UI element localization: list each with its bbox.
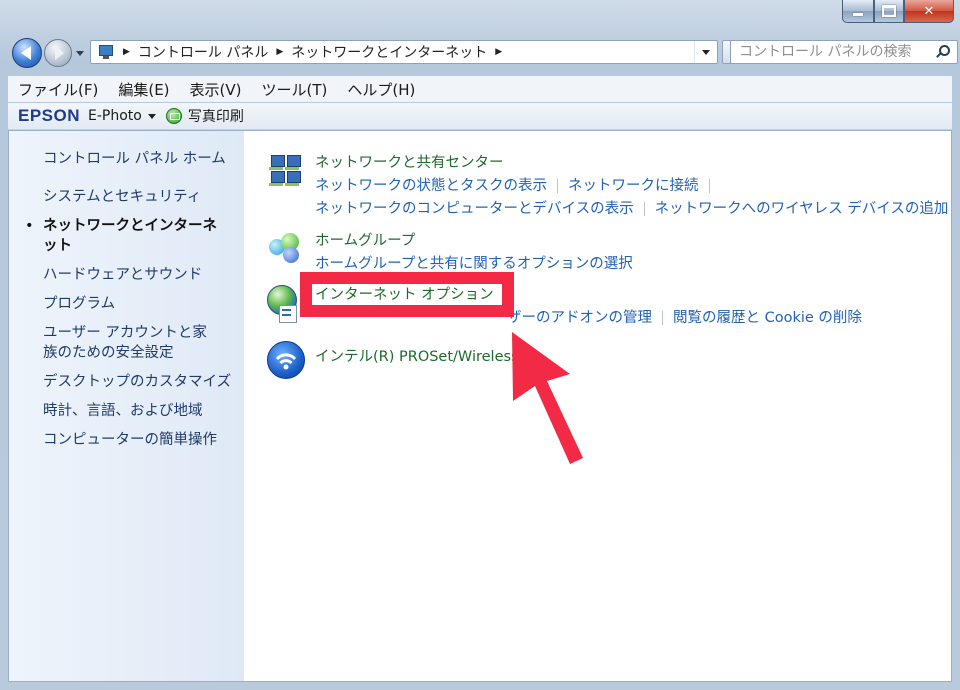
navigation-bar: ▶ コントロール パネル ▶ ネットワークとインターネット ▶ ↻: [8, 36, 958, 70]
menu-bar: ファイル(F) 編集(E) 表示(V) ツール(T) ヘルプ(H): [8, 76, 952, 102]
address-bar[interactable]: ▶ コントロール パネル ▶ ネットワークとインターネット ▶: [90, 40, 718, 64]
breadcrumb-separator-icon[interactable]: ▶: [495, 47, 502, 57]
minimize-button[interactable]: [842, 0, 874, 23]
link-separator: [708, 179, 710, 193]
chevron-down-icon: [702, 49, 710, 55]
sidebar-item-system-security[interactable]: システムとセキュリティ: [9, 185, 244, 209]
connect-to-network-link[interactable]: ネットワークに接続: [568, 178, 699, 194]
control-panel-window: ✕ ▶ コントロール パネル ▶ ネットワークとインターネット ▶ ↻ ファイル…: [0, 0, 960, 690]
menu-help[interactable]: ヘルプ(H): [337, 76, 425, 102]
forward-arrow-icon: [55, 46, 64, 60]
menu-edit[interactable]: 編集(E): [108, 76, 179, 102]
sidebar-item-hardware-sound[interactable]: ハードウェアとサウンド: [9, 263, 244, 287]
breadcrumb-separator-icon[interactable]: ▶: [123, 47, 130, 57]
sidebar-item-programs[interactable]: プログラム: [9, 292, 244, 316]
sidebar-item-appearance[interactable]: デスクトップのカスタマイズ: [9, 370, 244, 394]
homegroup-links: ホームグループと共有に関するオプションの選択: [315, 252, 633, 273]
link-separator: [643, 202, 645, 216]
link-separator: [557, 179, 558, 193]
epson-logo: EPSON: [18, 106, 81, 125]
photo-print-icon[interactable]: [165, 108, 182, 124]
recent-pages-dropdown-icon[interactable]: [76, 51, 84, 56]
close-icon: ✕: [923, 3, 935, 19]
maximize-button[interactable]: [874, 0, 904, 23]
add-wireless-device-link[interactable]: ネットワークへのワイヤレス デバイスの追加: [655, 201, 949, 217]
breadcrumb-separator-icon[interactable]: ▶: [276, 47, 283, 57]
network-sharing-links: ネットワークの状態とタスクの表示 ネットワークに接続: [315, 174, 720, 195]
search-box[interactable]: [730, 40, 958, 64]
manage-addons-link[interactable]: ザーのアドオンの管理: [507, 310, 652, 326]
annotation-highlight-box: [300, 272, 514, 317]
view-network-status-link[interactable]: ネットワークの状態とタスクの表示: [315, 178, 547, 194]
category-list: ネットワークと共有センター ネットワークの状態とタスクの表示 ネットワークに接続 …: [267, 131, 951, 681]
homegroup-icon: [267, 229, 307, 269]
network-sharing-icon: [267, 151, 307, 191]
sidebar-item-network-internet[interactable]: ネットワークとインターネット: [9, 214, 221, 258]
menu-view[interactable]: 表示(V): [180, 76, 252, 102]
breadcrumb-network-internet[interactable]: ネットワークとインターネット: [291, 42, 487, 62]
ephoto-menu[interactable]: E-Photo: [88, 108, 142, 124]
delete-browsing-history-link[interactable]: 閲覧の履歴と Cookie の削除: [673, 310, 862, 326]
epson-toolbar: EPSON E-Photo 写真印刷: [8, 103, 952, 130]
link-separator: [662, 311, 663, 325]
network-sharing-center-link[interactable]: ネットワークと共有センター: [315, 151, 504, 172]
network-sharing-links-2: ネットワークのコンピューターとデバイスの表示 ネットワークへのワイヤレス デバイス…: [315, 197, 948, 218]
menu-file[interactable]: ファイル(F): [8, 76, 108, 102]
minimize-icon: [853, 12, 863, 16]
photo-print-button[interactable]: 写真印刷: [188, 106, 244, 126]
internet-options-links: ザーのアドオンの管理 閲覧の履歴と Cookie の削除: [507, 306, 862, 327]
sidebar: コントロール パネル ホーム システムとセキュリティ ネットワークとインターネッ…: [9, 131, 244, 681]
search-icon[interactable]: [933, 42, 953, 62]
sidebar-item-home[interactable]: コントロール パネル ホーム: [9, 147, 244, 171]
sidebar-item-clock-language-region[interactable]: 時計、言語、および地域: [9, 399, 244, 423]
close-button[interactable]: ✕: [904, 0, 954, 23]
search-input[interactable]: [731, 41, 933, 63]
address-dropdown-button[interactable]: [694, 41, 717, 63]
forward-button[interactable]: [44, 39, 72, 67]
wireless-icon: [267, 341, 305, 379]
chevron-down-icon[interactable]: [147, 113, 156, 119]
sidebar-item-ease-of-access[interactable]: コンピューターの簡単操作: [9, 428, 244, 452]
maximize-icon: [882, 5, 896, 17]
content-area: コントロール パネル ホーム システムとセキュリティ ネットワークとインターネッ…: [8, 130, 952, 682]
back-arrow-icon: [20, 46, 31, 60]
menu-tools[interactable]: ツール(T): [252, 76, 338, 102]
homegroup-link[interactable]: ホームグループ: [315, 229, 415, 250]
view-network-computers-link[interactable]: ネットワークのコンピューターとデバイスの表示: [315, 201, 634, 217]
sidebar-item-user-accounts[interactable]: ユーザー アカウントと家族のための安全設定: [9, 321, 213, 365]
breadcrumb-control-panel[interactable]: コントロール パネル: [138, 42, 268, 62]
back-button[interactable]: [12, 38, 42, 68]
intel-proset-wireless-link[interactable]: インテル(R) PROSet/Wireless: [315, 345, 519, 366]
caption-buttons: ✕: [842, 0, 954, 23]
homegroup-sharing-options-link[interactable]: ホームグループと共有に関するオプションの選択: [315, 256, 633, 272]
control-panel-icon: [97, 44, 115, 60]
